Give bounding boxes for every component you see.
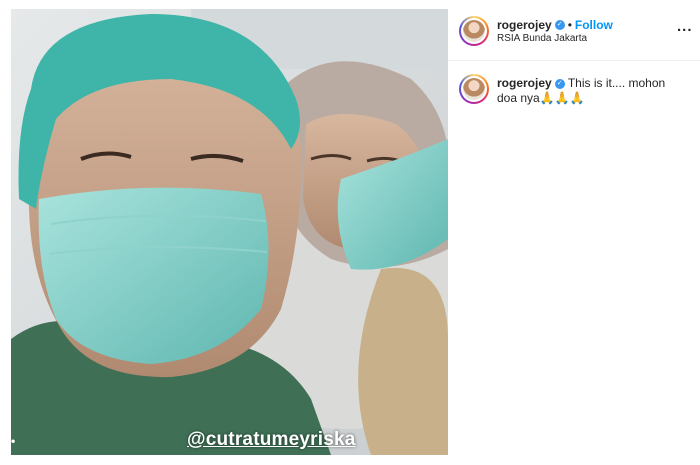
corner-badge: • — [11, 434, 16, 448]
post-location-link[interactable]: RSIA Bunda Jakarta — [497, 33, 587, 44]
post-caption: rogerojey ✓ This is it.... mohon doa nya🙏… — [497, 76, 687, 106]
verified-badge-icon: ✓ — [554, 19, 565, 30]
post-sidebar: rogerojey ✓ • Follow RSIA Bunda Jakarta ...… — [448, 0, 700, 465]
more-options-icon[interactable]: ... — [677, 18, 693, 35]
caption-author-avatar[interactable] — [459, 74, 489, 104]
photo-watermark-username: @cutratumeyriska — [187, 429, 356, 450]
hospital-selfie-photo — [11, 9, 448, 455]
separator-dot: • — [567, 18, 572, 32]
caption-username[interactable]: rogerojey — [497, 76, 552, 90]
follow-button[interactable]: Follow — [575, 18, 613, 32]
post-media-image[interactable]: • @cutratumeyriska — [11, 9, 448, 455]
post-header: rogerojey ✓ • Follow RSIA Bunda Jakarta ... — [448, 0, 700, 61]
author-avatar[interactable] — [459, 16, 489, 46]
author-username[interactable]: rogerojey — [497, 18, 552, 32]
caption-verified-badge-icon: ✓ — [554, 78, 565, 89]
